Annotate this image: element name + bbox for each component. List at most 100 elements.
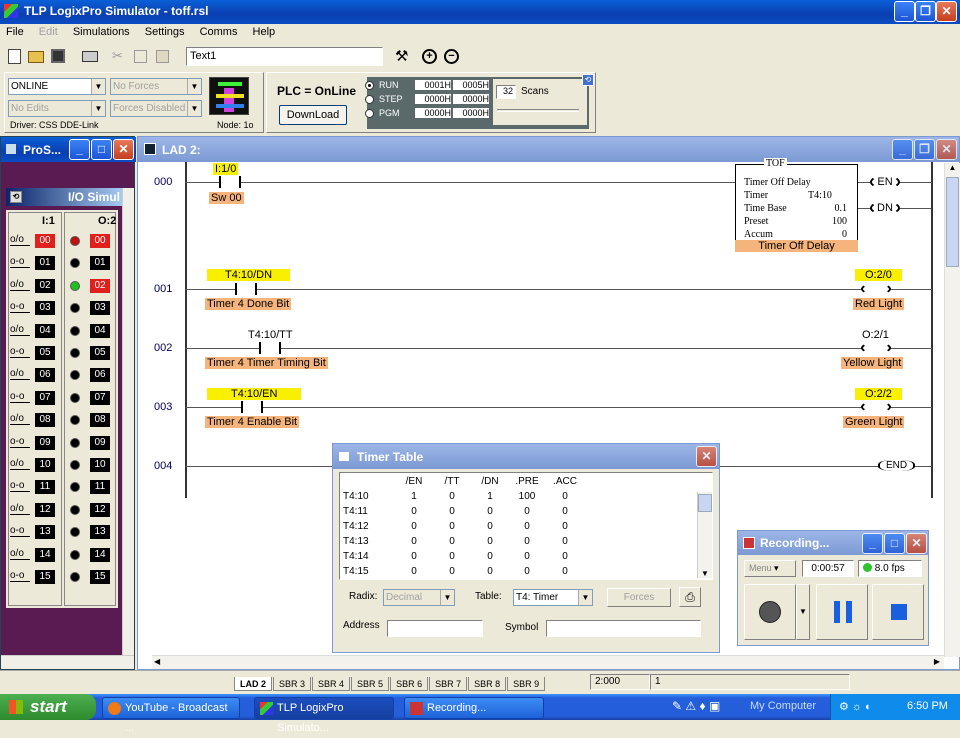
- close-button[interactable]: ✕: [906, 533, 927, 554]
- lad-hscrollbar[interactable]: ◀ ▶: [152, 655, 944, 669]
- switch-icon[interactable]: o-o: [10, 436, 30, 448]
- download-button[interactable]: DownLoad: [279, 105, 347, 125]
- zoom-in-icon[interactable]: +: [422, 49, 437, 64]
- timer-cell[interactable]: 0: [437, 491, 467, 502]
- tab-sbr5[interactable]: SBR 5: [351, 677, 390, 691]
- switch-icon[interactable]: o/o: [10, 235, 30, 246]
- maximize-button[interactable]: □: [91, 139, 112, 160]
- timer-cell[interactable]: 1: [399, 491, 429, 502]
- timer-cell[interactable]: 0: [550, 551, 580, 562]
- pause-button[interactable]: [816, 584, 868, 640]
- scroll-thumb[interactable]: [698, 494, 712, 512]
- minimize-button[interactable]: _: [69, 139, 90, 160]
- xic-contact[interactable]: [219, 176, 241, 188]
- menu-help[interactable]: Help: [253, 26, 276, 38]
- maximize-button[interactable]: □: [884, 533, 905, 554]
- xic-contact[interactable]: [235, 283, 257, 295]
- panel-restore-icon[interactable]: ⟲: [582, 74, 594, 86]
- switch-icon[interactable]: o/o: [10, 459, 30, 470]
- timer-cell[interactable]: 0: [437, 536, 467, 547]
- io-scrollbar[interactable]: [122, 188, 134, 658]
- table-select[interactable]: T4: Timer ▼: [513, 589, 593, 606]
- timer-cell[interactable]: 0: [475, 536, 505, 547]
- copy-icon[interactable]: [134, 50, 147, 63]
- timer-cell[interactable]: 0: [437, 521, 467, 532]
- pro-hscrollbar[interactable]: [1, 655, 134, 669]
- timer-row-name[interactable]: T4:14: [343, 551, 369, 562]
- xic-contact[interactable]: [259, 342, 281, 354]
- print-icon[interactable]: [82, 51, 98, 62]
- timer-cell[interactable]: 0: [399, 506, 429, 517]
- tab-lad2[interactable]: LAD 2: [234, 677, 273, 691]
- menu-file[interactable]: File: [6, 26, 24, 38]
- ote-coil[interactable]: [861, 342, 891, 354]
- timer-cell[interactable]: 0: [512, 536, 542, 547]
- timer-row-name[interactable]: T4:15: [343, 566, 369, 577]
- switch-icon[interactable]: o-o: [10, 302, 30, 314]
- lad-vscrollbar[interactable]: ▲: [944, 163, 960, 657]
- timer-cell[interactable]: 0: [437, 551, 467, 562]
- menu-edit[interactable]: Edit: [39, 26, 58, 38]
- timer-cell[interactable]: 0: [475, 521, 505, 532]
- timer-cell[interactable]: 0: [512, 566, 542, 577]
- menu-simulations[interactable]: Simulations: [73, 26, 130, 38]
- cut-icon[interactable]: ✂: [112, 48, 123, 64]
- new-icon[interactable]: [8, 49, 21, 64]
- record-button[interactable]: [744, 584, 796, 640]
- timer-cell[interactable]: 0: [512, 551, 542, 562]
- tab-sbr3[interactable]: SBR 3: [273, 677, 312, 691]
- timer-cell[interactable]: 0: [475, 551, 505, 562]
- timer-row-name[interactable]: T4:10: [343, 491, 369, 502]
- ote-coil[interactable]: [861, 401, 891, 413]
- my-computer-label[interactable]: My Computer: [750, 700, 816, 712]
- close-button[interactable]: ✕: [113, 139, 134, 160]
- scroll-left-icon[interactable]: ◀: [154, 657, 160, 666]
- symbol-input[interactable]: [546, 620, 701, 637]
- timer-row-name[interactable]: T4:12: [343, 521, 369, 532]
- save-icon[interactable]: [51, 49, 65, 63]
- switch-icon[interactable]: o-o: [10, 481, 30, 493]
- switch-icon[interactable]: o/o: [10, 548, 30, 560]
- scroll-right-icon[interactable]: ▶: [934, 657, 940, 666]
- close-button[interactable]: ✕: [936, 1, 957, 22]
- tools-icon[interactable]: ⚒: [395, 47, 408, 65]
- timer-cell[interactable]: 100: [512, 491, 542, 502]
- maximize-button[interactable]: ❐: [914, 139, 935, 160]
- close-button[interactable]: ✕: [936, 139, 957, 160]
- switch-icon[interactable]: o-o: [10, 571, 30, 582]
- open-icon[interactable]: [28, 51, 44, 63]
- stop-button[interactable]: [872, 584, 924, 640]
- menu-settings[interactable]: Settings: [145, 26, 185, 38]
- timer-row-name[interactable]: T4:11: [343, 506, 368, 517]
- forces-button[interactable]: Forces: [607, 588, 671, 607]
- minimize-button[interactable]: _: [862, 533, 883, 554]
- taskbar-item-youtube[interactable]: YouTube - Broadcast ...: [102, 697, 240, 734]
- timer-cell[interactable]: 0: [550, 536, 580, 547]
- switch-icon[interactable]: o/o: [10, 369, 30, 381]
- paste-icon[interactable]: [156, 50, 169, 63]
- scroll-up-icon[interactable]: ▲: [945, 163, 960, 175]
- timer-cell[interactable]: 0: [399, 521, 429, 532]
- tab-sbr7[interactable]: SBR 7: [429, 677, 468, 691]
- start-button[interactable]: start: [0, 694, 96, 720]
- tab-sbr9[interactable]: SBR 9: [507, 677, 546, 691]
- timer-cell[interactable]: 0: [512, 521, 542, 532]
- switch-icon[interactable]: o/o: [10, 279, 30, 291]
- timer-cell[interactable]: 0: [399, 566, 429, 577]
- tab-sbr8[interactable]: SBR 8: [468, 677, 507, 691]
- scans-value[interactable]: 32: [496, 85, 516, 99]
- taskbar-item-recording[interactable]: Recording...: [404, 697, 544, 719]
- taskbar-item-logixpro[interactable]: TLP LogixPro Simulato...: [254, 697, 394, 734]
- timer-cell[interactable]: 0: [437, 566, 467, 577]
- recording-menu-button[interactable]: Menu ▾: [744, 560, 796, 577]
- switch-icon[interactable]: o/o: [10, 324, 30, 336]
- timer-cell[interactable]: 0: [475, 506, 505, 517]
- tof-block[interactable]: TOF Timer Off Delay Timer T4:10 Time Bas…: [735, 158, 858, 242]
- scroll-thumb[interactable]: [946, 177, 959, 267]
- tab-sbr6[interactable]: SBR 6: [390, 677, 429, 691]
- scan-slider[interactable]: [497, 109, 579, 112]
- timer-cell[interactable]: 0: [512, 506, 542, 517]
- menu-comms[interactable]: Comms: [200, 26, 238, 38]
- timer-cell[interactable]: 0: [399, 536, 429, 547]
- xic-contact[interactable]: [241, 401, 263, 413]
